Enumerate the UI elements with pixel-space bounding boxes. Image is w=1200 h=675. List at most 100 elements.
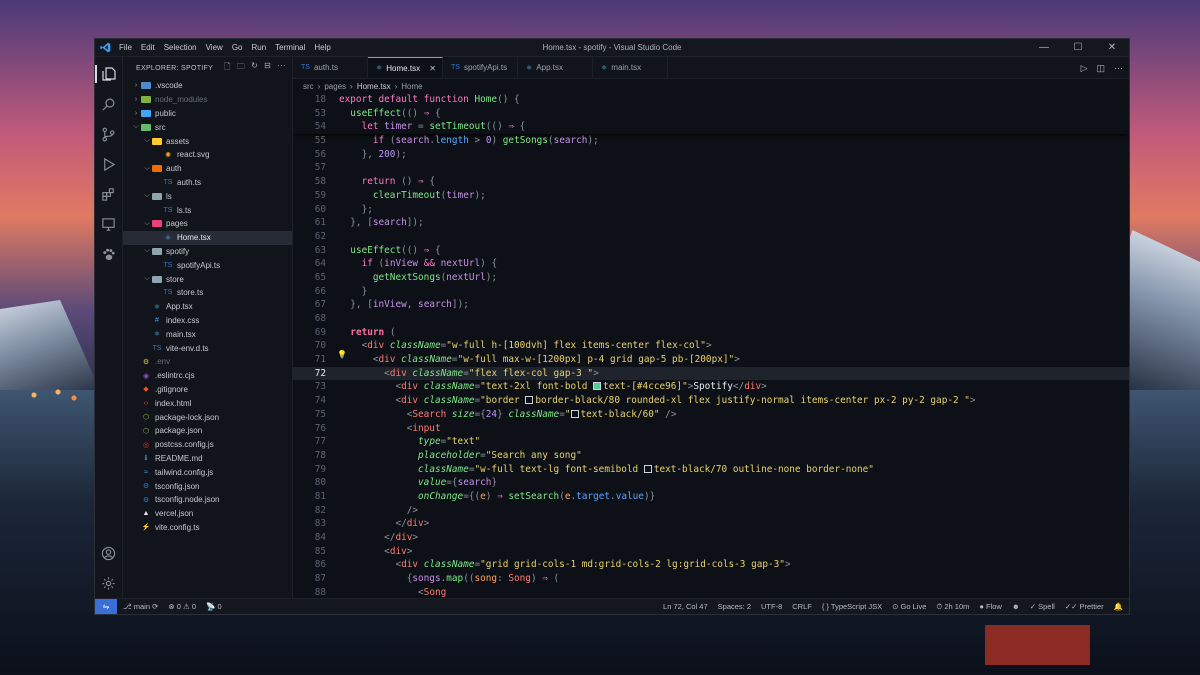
close-window-button[interactable]: ✕	[1095, 39, 1129, 57]
code-line[interactable]: 61 }, [search]);	[293, 216, 1129, 230]
code-line[interactable]: 86 <div className="grid grid-cols-1 md:g…	[293, 558, 1129, 572]
code-line[interactable]: 85 <div>	[293, 545, 1129, 559]
notifications-icon[interactable]: 🔔	[1114, 602, 1123, 611]
search-icon[interactable]	[99, 93, 119, 115]
breadcrumb-item[interactable]: Home.tsx	[357, 82, 391, 91]
color-swatch-icon[interactable]	[570, 409, 579, 418]
file-item[interactable]: ◎ postcss.config.js	[123, 438, 292, 452]
folder-item[interactable]: › public	[123, 107, 292, 121]
menu-item-terminal[interactable]: Terminal	[275, 43, 305, 52]
ports-indicator[interactable]: 📡 0	[206, 602, 222, 611]
file-item[interactable]: ✺ react.svg	[123, 148, 292, 162]
tab-auth-ts[interactable]: TS auth.ts	[293, 57, 368, 78]
folder-item[interactable]: ⌵ store	[123, 272, 292, 286]
code-line[interactable]: 74 <div className="border border-black/8…	[293, 394, 1129, 408]
indentation[interactable]: Spaces: 2	[718, 602, 751, 611]
breadcrumb-item[interactable]: Home	[401, 82, 422, 91]
remote-indicator-icon[interactable]: ⇋	[95, 598, 117, 614]
code-line[interactable]: 60 };	[293, 203, 1129, 217]
code-line[interactable]: 78 placeholder="Search any song"	[293, 449, 1129, 463]
file-item[interactable]: TS ls.ts	[123, 203, 292, 217]
editor-more-icon[interactable]: ···	[1114, 63, 1123, 73]
menu-item-selection[interactable]: Selection	[164, 43, 197, 52]
refresh-icon[interactable]: ↻	[251, 61, 258, 75]
file-item[interactable]: ⚙ tsconfig.node.json	[123, 493, 292, 507]
code-line[interactable]: 55 if (search.length > 0) getSongs(searc…	[293, 134, 1129, 148]
breadcrumb-item[interactable]: pages	[324, 82, 346, 91]
tab-main-tsx[interactable]: ⚛ main.tsx	[593, 57, 668, 78]
file-item[interactable]: ⚛ Home.tsx	[123, 230, 292, 245]
close-tab-icon[interactable]: ✕	[429, 64, 436, 73]
code-line[interactable]: 53 useEffect(() ⇒ {	[293, 106, 1129, 121]
code-line[interactable]: 88 <Song	[293, 586, 1129, 598]
branch-indicator[interactable]: ⎇ main ⟳	[123, 602, 158, 611]
code-editor[interactable]: 18 export default function Home() {53 use…	[293, 93, 1129, 598]
split-editor-icon[interactable]: ◫	[1096, 63, 1105, 74]
run-debug-icon[interactable]	[99, 153, 119, 175]
folder-item[interactable]: ⌵ spotify	[123, 245, 292, 259]
code-line[interactable]: 70 <div className="w-full h-[100dvh] fle…	[293, 339, 1129, 353]
new-folder-icon[interactable]: 🗀	[237, 61, 245, 75]
code-line[interactable]: 81 onChange={(e) ⇒ setSearch(e.target.va…	[293, 490, 1129, 504]
file-item[interactable]: ⚛ main.tsx	[123, 327, 292, 341]
file-item[interactable]: ≈ tailwind.config.js	[123, 465, 292, 479]
folder-item[interactable]: ⌵ assets	[123, 134, 292, 148]
menu-item-run[interactable]: Run	[251, 43, 266, 52]
code-line[interactable]: 83 </div>	[293, 517, 1129, 531]
go-live-button[interactable]: ⊙ Go Live	[892, 602, 926, 611]
code-line[interactable]: 18 export default function Home() {	[293, 93, 1129, 107]
maximize-button[interactable]: ☐	[1061, 39, 1095, 57]
menu-item-view[interactable]: View	[206, 43, 223, 52]
settings-gear-icon[interactable]	[99, 572, 119, 594]
code-line[interactable]: 84 </div>	[293, 531, 1129, 545]
code-line[interactable]: 58 return () ⇒ {	[293, 175, 1129, 189]
file-item[interactable]: ⬡ package.json	[123, 424, 292, 438]
file-item[interactable]: ◆ .gitignore	[123, 383, 292, 397]
prettier-button[interactable]: ✓✓ Prettier	[1065, 602, 1104, 611]
code-line[interactable]: 72 <div className="flex flex-col gap-3 "…	[293, 366, 1129, 381]
minimize-button[interactable]: —	[1027, 39, 1061, 57]
file-item[interactable]: ⚙ tsconfig.json	[123, 479, 292, 493]
code-line[interactable]: 68	[293, 312, 1129, 326]
extensions-icon[interactable]	[99, 183, 119, 205]
copilot-icon[interactable]: ☻	[1012, 602, 1020, 611]
language-mode[interactable]: { } TypeScript JSX	[822, 602, 882, 611]
code-line[interactable]: 73 <div className="text-2xl font-bold te…	[293, 380, 1129, 394]
folder-item[interactable]: ⌵ pages	[123, 217, 292, 231]
file-item[interactable]: ℹ README.md	[123, 452, 292, 466]
code-line[interactable]: 75 <Search size={24} className=" text-bla…	[293, 408, 1129, 422]
file-item[interactable]: ⚙ .env	[123, 355, 292, 369]
account-icon[interactable]	[99, 542, 119, 564]
more-actions-icon[interactable]: ···	[277, 61, 286, 75]
code-line[interactable]: 65 getNextSongs(nextUrl);	[293, 271, 1129, 285]
folder-item[interactable]: ⌵ ls	[123, 189, 292, 203]
color-swatch-icon[interactable]	[593, 382, 602, 391]
folder-item[interactable]: ⌵ src	[123, 120, 292, 134]
code-line[interactable]: 54 let timer = setTimeout(() ⇒ {	[293, 120, 1129, 135]
file-item[interactable]: ◉ .eslintrc.cjs	[123, 369, 292, 383]
file-item[interactable]: TS auth.ts	[123, 176, 292, 190]
tab-home-tsx[interactable]: ⚛ Home.tsx ✕	[368, 57, 443, 78]
lightbulb-icon[interactable]: 💡	[337, 350, 347, 359]
code-line[interactable]: 66 }	[293, 285, 1129, 299]
menu-item-help[interactable]: Help	[314, 43, 330, 52]
code-line[interactable]: 76 <input	[293, 422, 1129, 436]
code-line[interactable]: 59 clearTimeout(timer);	[293, 189, 1129, 203]
problems-indicator[interactable]: ⊗ 0 ⚠ 0	[168, 602, 196, 611]
time-tracker[interactable]: ⏱ 2h 10m	[936, 602, 969, 612]
color-swatch-icon[interactable]	[525, 396, 534, 405]
file-item[interactable]: ▲ vercel.json	[123, 507, 292, 521]
folder-item[interactable]: › .vscode	[123, 79, 292, 93]
code-line[interactable]: 77 type="text"	[293, 435, 1129, 449]
code-line[interactable]: 69 return (	[293, 326, 1129, 340]
folder-item[interactable]: › node_modules	[123, 93, 292, 107]
folder-item[interactable]: ⌵ auth	[123, 162, 292, 176]
file-item[interactable]: ⚛ App.tsx	[123, 300, 292, 314]
spell-button[interactable]: ✓ Spell	[1030, 602, 1055, 611]
code-line[interactable]: 57	[293, 161, 1129, 175]
code-line[interactable]: 80 value={search}	[293, 476, 1129, 490]
code-line[interactable]: 63 useEffect(() ⇒ {	[293, 244, 1129, 258]
color-swatch-icon[interactable]	[643, 464, 652, 473]
menu-item-file[interactable]: File	[119, 43, 132, 52]
cursor-position[interactable]: Ln 72, Col 47	[663, 602, 708, 611]
